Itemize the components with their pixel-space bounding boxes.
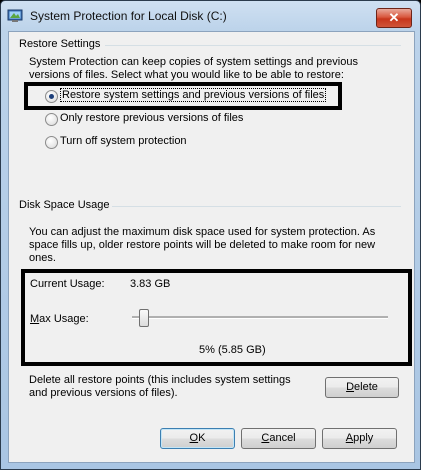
disk-description-line1: You can adjust the maximum disk space us… xyxy=(29,226,376,238)
disk-description-line2: space fills up, older restore points wil… xyxy=(29,239,376,251)
system-protection-icon xyxy=(7,8,23,24)
radio-only-previous-versions[interactable] xyxy=(45,113,58,126)
max-usage-slider-thumb[interactable] xyxy=(138,309,149,327)
disk-space-group-title: Disk Space Usage xyxy=(19,199,110,211)
dialog-window: System Protection for Local Disk (C:) ✕ … xyxy=(0,0,421,470)
close-button[interactable]: ✕ xyxy=(376,8,412,28)
radio-label-only-previous-versions[interactable]: Only restore previous versions of files xyxy=(60,112,243,125)
radio-label-restore-system-settings[interactable]: Restore system settings and previous ver… xyxy=(60,88,327,102)
ok-button-label: K xyxy=(198,432,206,444)
group-divider xyxy=(105,45,401,46)
current-usage-value: 3.83 GB xyxy=(130,278,171,290)
dialog-client-area: Restore Settings System Protection can k… xyxy=(8,31,415,463)
radio-turn-off-protection[interactable] xyxy=(45,136,58,149)
apply-accel: A xyxy=(345,432,354,444)
max-usage-label: Max Usage: xyxy=(30,313,89,326)
ok-button[interactable]: OK xyxy=(160,428,235,449)
delete-description-line1: Delete all restore points (this includes… xyxy=(29,374,291,386)
cancel-button[interactable]: Cancel xyxy=(241,428,316,449)
group-divider xyxy=(112,206,401,207)
delete-button-label: elete xyxy=(354,381,378,393)
max-usage-label-text: ax Usage: xyxy=(39,313,89,325)
max-usage-slider-track[interactable] xyxy=(132,316,388,319)
restore-description-line1: System Protection can keep copies of sys… xyxy=(29,56,358,68)
apply-button[interactable]: Apply xyxy=(322,428,397,449)
max-usage-accel: M xyxy=(30,313,40,325)
restore-description-line2: versions of files. Select what you would… xyxy=(29,69,344,81)
close-icon: ✕ xyxy=(388,10,400,25)
delete-button[interactable]: Delete xyxy=(325,377,399,398)
radio-label-turn-off-protection[interactable]: Turn off system protection xyxy=(60,135,187,148)
focus-indicator: Restore system settings and previous ver… xyxy=(60,88,327,102)
delete-accel: D xyxy=(346,381,355,393)
ok-accel: O xyxy=(189,432,199,444)
window-title: System Protection for Local Disk (C:) xyxy=(30,9,227,23)
apply-button-label: pply xyxy=(353,432,374,444)
delete-description-line2: and previous versions of files). xyxy=(29,387,178,399)
title-bar[interactable]: System Protection for Local Disk (C:) ✕ xyxy=(1,1,420,31)
current-usage-label: Current Usage: xyxy=(30,278,105,290)
disk-description-line3: ones. xyxy=(29,252,56,264)
restore-settings-group-title: Restore Settings xyxy=(19,38,101,50)
radio-restore-system-settings[interactable] xyxy=(45,90,58,103)
max-usage-readout: 5% (5.85 GB) xyxy=(199,344,266,356)
cancel-button-label: ancel xyxy=(269,432,296,444)
